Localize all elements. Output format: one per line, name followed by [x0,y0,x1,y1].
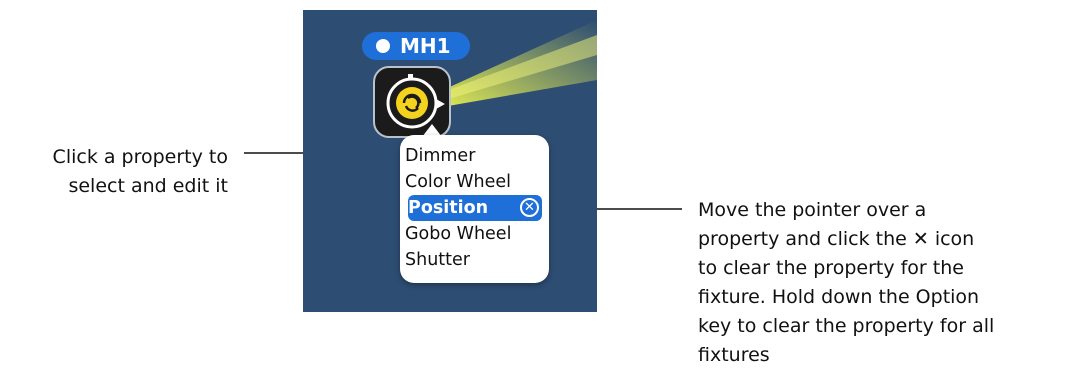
callout-line: Click a property to [52,146,228,168]
menu-item-color-wheel[interactable]: Color Wheel [400,169,549,195]
menu-item-position[interactable]: Position ✕ [408,195,542,221]
menu-item-label: Color Wheel [405,172,512,192]
callout-line: property and click the ✕ icon [698,225,1068,254]
fixture-name: MH1 [400,34,451,58]
callout-line: Move the pointer over a [698,199,927,221]
menu-item-label: Dimmer [405,146,476,166]
callout-text: icon [928,228,975,250]
menu-item-label: Shutter [405,250,470,270]
left-callout-text: Click a property to select and edit it [0,143,228,201]
fixture-name-badge[interactable]: MH1 [362,32,470,60]
callout-line: to clear the property for the [698,257,964,279]
selection-dot-icon [376,39,390,53]
menu-item-dimmer[interactable]: Dimmer [400,143,549,169]
callout-text: property and click the [698,228,913,250]
property-menu: Dimmer Color Wheel Position ✕ Gobo Wheel… [400,135,549,283]
right-callout-text: Move the pointer over a property and cli… [698,196,1068,370]
callout-line: fixture. Hold down the Option [698,286,980,308]
x-circle-icon[interactable]: ✕ [520,198,539,217]
menu-item-shutter[interactable]: Shutter [400,247,549,273]
callout-line: select and edit it [68,175,228,197]
menu-item-label: Position [408,198,489,218]
callout-line: fixtures [698,344,770,366]
callout-line: key to clear the property for all [698,315,995,337]
menu-item-gobo-wheel[interactable]: Gobo Wheel [400,221,549,247]
menu-item-label: Gobo Wheel [405,224,512,244]
x-icon: ✕ [912,228,929,250]
stage-view: MH1 Dimmer Color Wheel Position ✕ Gobo W… [303,10,597,312]
